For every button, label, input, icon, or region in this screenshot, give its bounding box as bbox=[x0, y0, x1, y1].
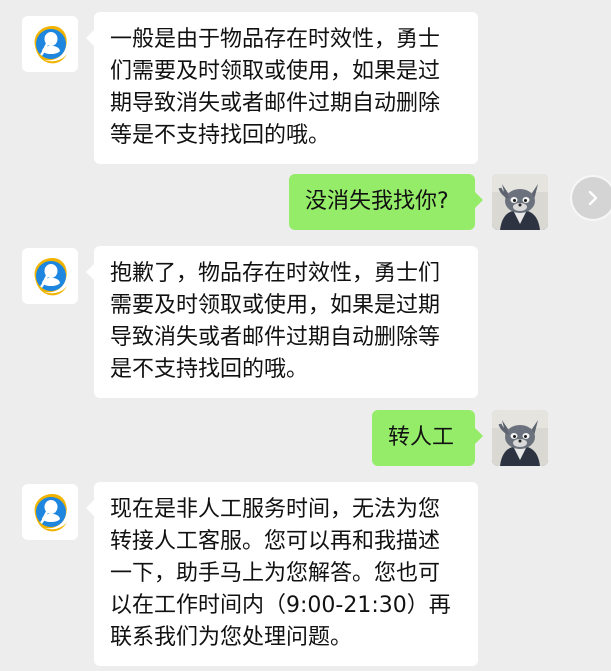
bot-message-bubble: 现在是非人工服务时间，无法为您 转接人工客服。您可以再和我描述 一下，助手马上为… bbox=[86, 482, 478, 666]
message-line: 抱歉了，物品存在时效性，勇士们 bbox=[110, 261, 441, 286]
bot-message-bubble: 一般是由于物品存在时效性，勇士 们需要及时领取或使用，如果是过 期导致消失或者邮… bbox=[86, 12, 478, 164]
message-line: 导致消失或者邮件过期自动删除等 bbox=[110, 325, 441, 350]
message-line: 一下，助手马上为您解答。您也可 bbox=[110, 561, 441, 586]
message-line: 等是不支持找回的哦。 bbox=[110, 123, 331, 148]
chat-screen: { "colors": { "background": "#ededed", "… bbox=[0, 0, 611, 671]
chevron-right-icon bbox=[588, 190, 598, 206]
message-line: 联系我们为您处理问题。 bbox=[110, 625, 353, 650]
assistant-logo-icon[interactable] bbox=[22, 248, 78, 304]
message-line: 没消失我找你? bbox=[305, 189, 449, 214]
message-line: 是不支持找回的哦。 bbox=[110, 357, 309, 382]
side-nav-button[interactable] bbox=[572, 177, 611, 219]
message-line: 期导致消失或者邮件过期自动删除 bbox=[110, 91, 441, 116]
message-line: 以在工作时间内（9:00-21:30）再 bbox=[110, 593, 451, 618]
message-line: 需要及时领取或使用，如果是过期 bbox=[110, 293, 441, 318]
message-line: 一般是由于物品存在时效性，勇士 bbox=[110, 27, 441, 52]
assistant-logo-icon[interactable] bbox=[22, 484, 78, 540]
user-message-bubble: 转人工 bbox=[372, 410, 483, 466]
message-line: 们需要及时领取或使用，如果是过 bbox=[110, 59, 441, 84]
message-line: 转接人工客服。您可以再和我描述 bbox=[110, 529, 441, 554]
cartoon-cat-avatar-icon[interactable] bbox=[492, 410, 548, 466]
message-line: 现在是非人工服务时间，无法为您 bbox=[110, 497, 441, 522]
assistant-logo-icon[interactable] bbox=[22, 16, 78, 72]
bot-message-bubble: 抱歉了，物品存在时效性，勇士们 需要及时领取或使用，如果是过期 导致消失或者邮件… bbox=[86, 246, 478, 398]
user-message-bubble: 没消失我找你? bbox=[289, 174, 483, 230]
cartoon-cat-avatar-icon[interactable] bbox=[492, 174, 548, 230]
message-line: 转人工 bbox=[388, 425, 455, 450]
